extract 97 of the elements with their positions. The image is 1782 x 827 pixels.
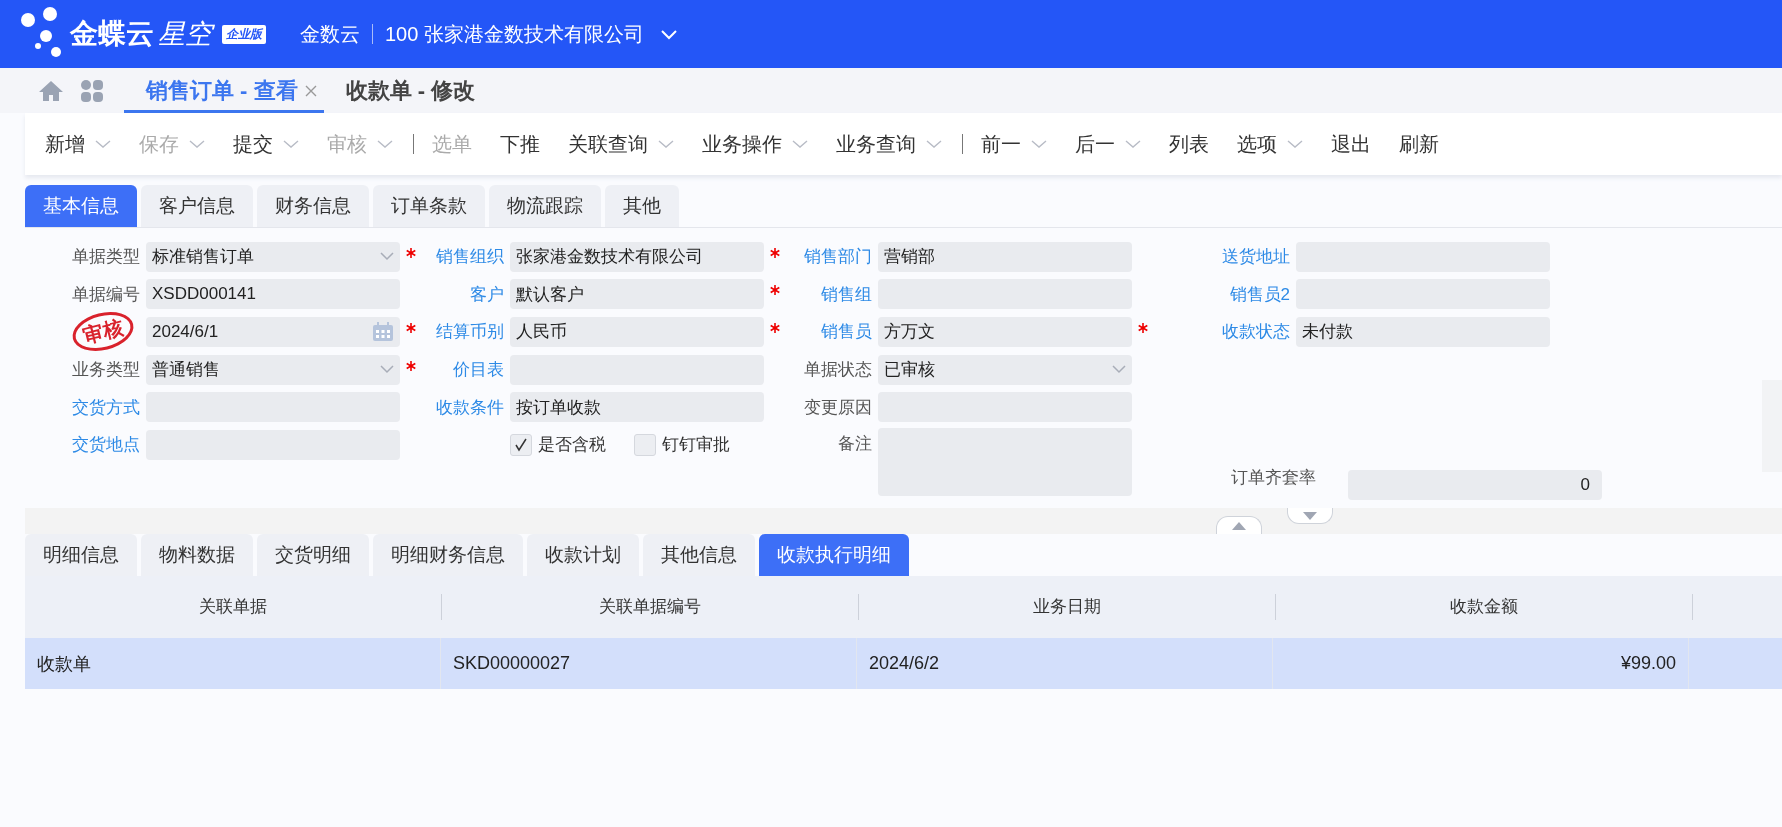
form-tab[interactable]: 物流跟踪: [489, 185, 601, 227]
detail-tab[interactable]: 明细信息: [25, 534, 137, 576]
form-tab[interactable]: 基本信息: [25, 185, 137, 227]
input-field[interactable]: 默认客户: [510, 279, 764, 310]
grid-icon[interactable]: [80, 78, 104, 103]
toolbar-button[interactable]: 业务操作: [702, 130, 808, 158]
toolbar-button[interactable]: 提交: [233, 130, 299, 158]
chevron-down-icon: [792, 139, 808, 149]
input-field[interactable]: XSDD000141: [146, 279, 400, 310]
field-label: 单据状态: [804, 359, 872, 382]
edition-badge: 企业版: [222, 24, 266, 44]
toolbar-button[interactable]: 关联查询: [568, 130, 674, 158]
dropdown-field[interactable]: 已审核: [878, 354, 1132, 385]
dropdown-field[interactable]: 普通销售: [146, 354, 400, 385]
table-cell-text: 收款单: [37, 652, 91, 676]
triangle-down-icon: [1303, 511, 1317, 520]
form-tab[interactable]: 订单条款: [373, 185, 485, 227]
collapse-up-button[interactable]: [1216, 516, 1262, 534]
toolbar-button[interactable]: 前一: [981, 130, 1047, 158]
form-tab[interactable]: 客户信息: [141, 185, 253, 227]
field-label-link[interactable]: 客户: [470, 282, 504, 306]
input-field[interactable]: 营销部: [878, 241, 1132, 272]
field-label-link[interactable]: 结算币别: [436, 320, 504, 344]
page-tab[interactable]: 收款单 - 修改: [323, 68, 480, 113]
toolbar-button[interactable]: 业务查询: [836, 130, 942, 158]
toolbar-button[interactable]: 列表: [1169, 130, 1209, 158]
toolbar-button[interactable]: 下推: [500, 130, 540, 158]
chevron-down-icon: [283, 139, 299, 149]
chevron-down-icon: [658, 139, 674, 149]
home-icon[interactable]: [38, 78, 64, 103]
table-cell: ¥99.00: [1620, 653, 1676, 674]
field-label-link[interactable]: 送货地址: [1222, 245, 1290, 269]
calendar-icon[interactable]: [372, 322, 394, 342]
field-label: 单据编号: [72, 283, 140, 306]
field-label-link[interactable]: 销售员: [821, 320, 872, 344]
field-label-link[interactable]: 销售员2: [1229, 282, 1290, 306]
close-icon[interactable]: [303, 83, 318, 98]
column-header: 收款金额: [1276, 594, 1693, 620]
field-label-link[interactable]: 收款条件: [436, 395, 504, 419]
toolbar-button[interactable]: 新增: [45, 130, 111, 158]
chevron-down-icon: [189, 139, 205, 149]
checkbox[interactable]: 钉钉审批: [634, 433, 730, 457]
check-icon: [513, 436, 529, 453]
toolbar-button[interactable]: 后一: [1075, 130, 1141, 158]
checkbox[interactable]: 是否含税: [510, 433, 606, 457]
table-row[interactable]: 收款单 SKD00000027 2024/6/2 ¥99.00: [25, 638, 1782, 689]
field-label-link[interactable]: 销售组织: [436, 245, 504, 269]
input-field[interactable]: 0: [1348, 470, 1602, 500]
column-header: 业务日期: [859, 594, 1276, 620]
chevron-down-icon: [1125, 139, 1141, 149]
detail-tab[interactable]: 收款执行明细: [759, 534, 909, 576]
input-field[interactable]: 人民币: [510, 317, 764, 347]
input-field[interactable]: 张家港金数技术有限公司: [510, 241, 764, 272]
table-cell: 2024/6/2: [869, 653, 940, 674]
field-label: 订单齐套率: [1231, 466, 1316, 489]
input-field[interactable]: 方万文: [878, 317, 1132, 347]
detail-tab[interactable]: 收款计划: [527, 534, 639, 576]
chevron-down-icon: [659, 28, 678, 40]
column-header: 关联单据编号: [442, 594, 859, 620]
chevron-down-icon: [926, 139, 942, 149]
toolbar-button[interactable]: 刷新: [1399, 130, 1439, 158]
chevron-down-icon: [95, 139, 111, 149]
field-label-link[interactable]: 价目表: [453, 358, 504, 382]
company-selector[interactable]: 100 张家港金数技术有限公司: [385, 20, 678, 48]
field-label: 备注: [838, 432, 872, 455]
field-label: 变更原因: [804, 396, 872, 419]
field-label-link[interactable]: 销售组: [821, 282, 872, 306]
form-tab[interactable]: 其他: [605, 185, 679, 227]
input-field[interactable]: 未付款: [1296, 317, 1550, 347]
toolbar-button[interactable]: 退出: [1331, 130, 1371, 158]
field-label-link[interactable]: 销售部门: [804, 245, 872, 269]
logo-text: 金蝶云: [70, 17, 154, 51]
chevron-down-icon: [377, 139, 393, 149]
detail-tab[interactable]: 其他信息: [643, 534, 755, 576]
column-header: 关联单据: [25, 594, 442, 620]
form-tab[interactable]: 财务信息: [257, 185, 369, 227]
field-label-link[interactable]: 交货地点: [72, 433, 140, 457]
date-field[interactable]: 2024/6/1: [146, 317, 400, 347]
chevron-down-icon: [1031, 139, 1047, 149]
detail-tab[interactable]: 明细财务信息: [373, 534, 523, 576]
chevron-down-icon: [1112, 365, 1126, 375]
input-field[interactable]: 按订单收款: [510, 392, 764, 423]
dropdown-field[interactable]: 标准销售订单: [146, 241, 400, 272]
chevron-down-icon: [380, 252, 394, 262]
toolbar-button[interactable]: 选项: [1237, 130, 1303, 158]
tenant-name: 金数云: [300, 21, 360, 47]
chevron-down-icon: [380, 365, 394, 375]
chevron-down-icon: [1287, 139, 1303, 149]
field-label: 业务类型: [72, 359, 140, 382]
field-label: 单据类型: [72, 246, 140, 269]
expand-down-button[interactable]: [1287, 508, 1333, 524]
detail-tab[interactable]: 交货明细: [257, 534, 369, 576]
field-label-link[interactable]: 交货方式: [72, 395, 140, 419]
field-label-link[interactable]: 收款状态: [1222, 320, 1290, 344]
detail-tab[interactable]: 物料数据: [141, 534, 253, 576]
table-cell: SKD00000027: [453, 653, 571, 674]
triangle-up-icon: [1232, 521, 1246, 530]
